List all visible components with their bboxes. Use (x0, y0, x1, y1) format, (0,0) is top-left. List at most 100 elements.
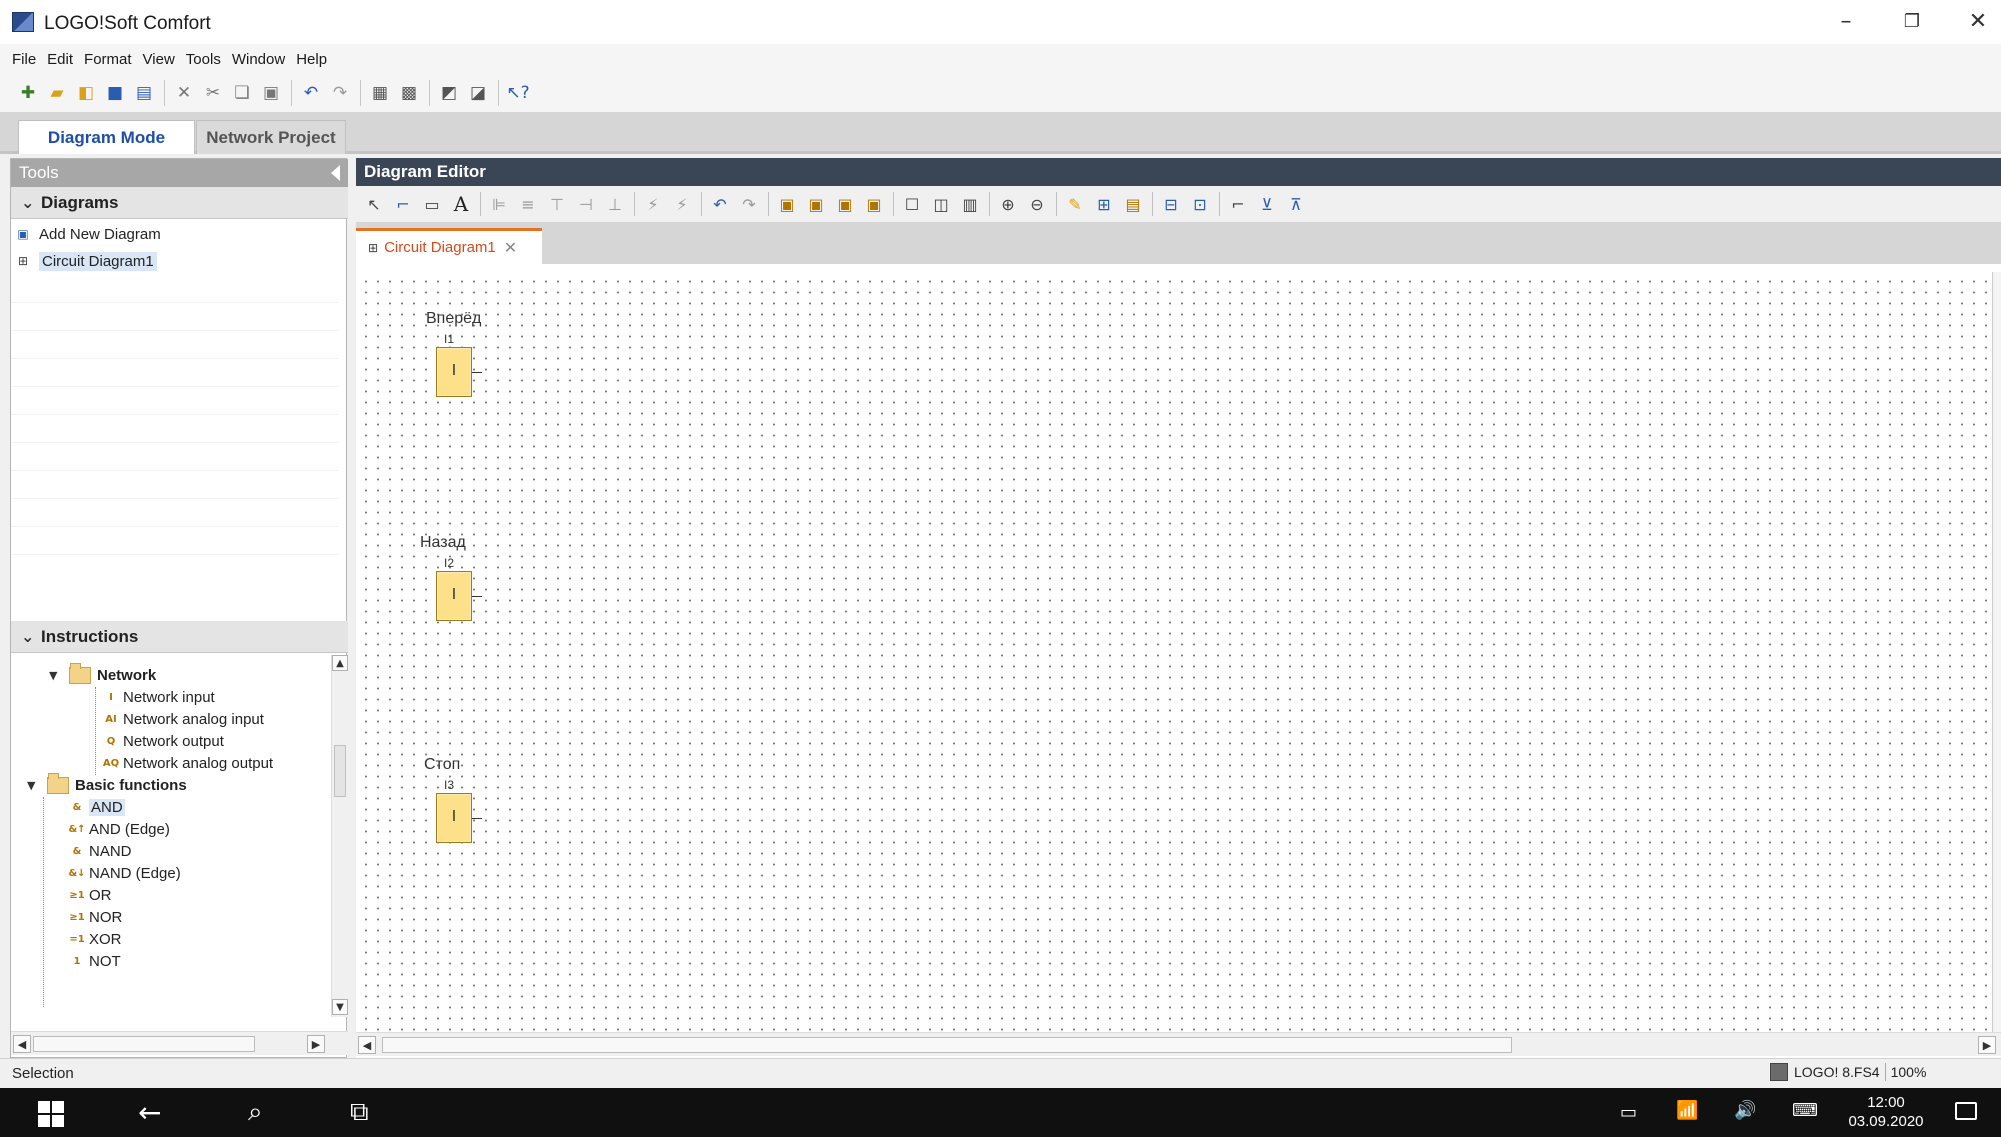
open-folder-icon[interactable]: ◧ (74, 81, 98, 105)
align-center-icon[interactable]: ≡ (516, 192, 540, 216)
tree-item-network-input[interactable]: I Network input (103, 685, 215, 709)
simulation-icon[interactable]: ◪ (466, 81, 490, 105)
tree-item-network-analog-output[interactable]: AQ Network analog output (103, 751, 273, 775)
cut-connection-icon[interactable]: ⚡ (641, 192, 665, 216)
cut-icon[interactable]: ✂ (201, 81, 225, 105)
tab-network-project[interactable]: Network Project (196, 120, 346, 154)
connect-tool-icon[interactable]: ⌐ (391, 192, 415, 216)
block-properties-icon[interactable]: ▤ (1121, 192, 1145, 216)
tree-item-nand-edge[interactable]: &↓ NAND (Edge) (68, 861, 180, 885)
simulation-icon[interactable]: ⊟ (1159, 192, 1183, 216)
notification-center-icon[interactable] (1955, 1102, 1977, 1120)
tab-diagram-mode[interactable]: Diagram Mode (18, 120, 195, 154)
instructions-horizontal-scrollbar[interactable]: ◀ ▶ (11, 1031, 348, 1055)
scroll-down-icon[interactable]: ▼ (332, 999, 348, 1015)
tree-item-xor[interactable]: =1 XOR (69, 927, 121, 951)
triple-view-icon[interactable]: ▥ (958, 192, 982, 216)
menu-tools[interactable]: Tools (186, 51, 221, 68)
input-block-box[interactable]: I (436, 347, 472, 397)
back-arrow-icon[interactable]: ← (138, 1096, 161, 1129)
instructions-section-header[interactable]: ⌄ Instructions (11, 621, 348, 653)
move-to-front-icon[interactable]: ⌐ (1226, 192, 1250, 216)
scrollbar-thumb[interactable] (33, 1036, 255, 1052)
align-left-icon[interactable]: ⊫ (487, 192, 511, 216)
taskbar-clock[interactable]: 12:00 03.09.2020 (1836, 1093, 1936, 1131)
input-block-box[interactable]: I (436, 571, 472, 621)
join-connection-icon[interactable]: ⚡ (670, 192, 694, 216)
print-icon[interactable]: ▤ (132, 81, 156, 105)
save-icon[interactable]: ■ (103, 81, 127, 105)
bring-forward-icon[interactable]: ⊻ (1255, 192, 1279, 216)
split-view-icon[interactable]: ◫ (929, 192, 953, 216)
tree-item-and-edge[interactable]: &↑ AND (Edge) (68, 817, 169, 841)
undo-icon[interactable]: ↶ (708, 192, 732, 216)
menu-file[interactable]: File (12, 51, 36, 68)
input-block-box[interactable]: I (436, 793, 472, 843)
menu-format[interactable]: Format (84, 51, 132, 68)
scroll-right-icon[interactable]: ▶ (307, 1035, 325, 1053)
scroll-up-icon[interactable]: ▲ (332, 655, 348, 671)
tablet-mode-icon[interactable]: ▭ (1620, 1102, 1637, 1123)
tree-item-nand[interactable]: & NAND (69, 839, 132, 863)
redo-icon[interactable]: ↷ (328, 81, 352, 105)
distribute-vertical-icon[interactable]: ⊥ (603, 192, 627, 216)
output-pin[interactable] (472, 596, 482, 597)
menu-view[interactable]: View (143, 51, 175, 68)
tab-circuit-diagram1[interactable]: ⊞ Circuit Diagram1 ✕ (356, 228, 542, 264)
tree-node-basic-functions[interactable]: ▼ Basic functions (27, 772, 187, 797)
distribute-icon[interactable]: ⊣ (574, 192, 598, 216)
diagram-canvas[interactable]: Вперёд I1 I Назад I2 I Стоп I3 I (356, 272, 1992, 1032)
download-icon[interactable]: ▩ (397, 81, 421, 105)
highlight-icon[interactable]: ✎ (1063, 192, 1087, 216)
tree-item-not[interactable]: 1 NOT (69, 949, 121, 973)
task-view-icon[interactable]: ⧉ (350, 1097, 369, 1128)
gf-functions-icon[interactable]: ▣ (804, 192, 828, 216)
copy-icon[interactable]: ❏ (230, 81, 254, 105)
output-pin[interactable] (472, 372, 482, 373)
redo-icon[interactable]: ↷ (737, 192, 761, 216)
add-new-diagram-item[interactable]: ▣ Add New Diagram (13, 222, 160, 246)
send-backward-icon[interactable]: ⊼ (1284, 192, 1308, 216)
editor-horizontal-scrollbar[interactable]: ◀ ▶ (356, 1032, 2001, 1056)
tree-node-network[interactable]: ▼ Network (49, 662, 156, 687)
maximize-button[interactable]: ❐ (1892, 8, 1932, 36)
menu-window[interactable]: Window (232, 51, 285, 68)
scrollbar-thumb[interactable] (334, 745, 346, 797)
network-icon[interactable]: 📶 (1676, 1100, 1698, 1121)
minimize-button[interactable]: – (1826, 8, 1866, 36)
online-test-icon[interactable]: ⊡ (1188, 192, 1212, 216)
sf-functions-icon[interactable]: ▣ (833, 192, 857, 216)
help-icon[interactable]: ↖? (506, 81, 530, 105)
tree-item-or[interactable]: ≥1 OR (69, 883, 111, 907)
single-view-icon[interactable]: ☐ (900, 192, 924, 216)
collapse-panel-icon[interactable] (331, 165, 340, 181)
zoom-in-icon[interactable]: ⊕ (996, 192, 1020, 216)
keyboard-icon[interactable]: ⌨ (1792, 1100, 1818, 1121)
expand-triangle-icon[interactable]: ▼ (49, 669, 63, 682)
open-icon[interactable]: ▰ (45, 81, 69, 105)
diagrams-section-header[interactable]: ⌄ Diagrams (11, 187, 348, 219)
volume-icon[interactable]: 🔊 (1734, 1100, 1756, 1121)
expand-triangle-icon[interactable]: ▼ (27, 779, 41, 792)
windows-start-icon[interactable] (38, 1101, 64, 1127)
new-icon[interactable]: ✚ (16, 81, 40, 105)
grid-icon[interactable]: ⊞ (1092, 192, 1116, 216)
menu-edit[interactable]: Edit (47, 51, 73, 68)
delete-icon[interactable]: ✕ (172, 81, 196, 105)
selection-tool-icon[interactable]: ↖ (362, 192, 386, 216)
constants-co-icon[interactable]: ▣ (775, 192, 799, 216)
scroll-left-icon[interactable]: ◀ (358, 1036, 376, 1054)
undo-icon[interactable]: ↶ (299, 81, 323, 105)
output-pin[interactable] (472, 818, 482, 819)
scroll-right-icon[interactable]: ▶ (1978, 1036, 1996, 1054)
close-tab-icon[interactable]: ✕ (504, 238, 517, 257)
scroll-left-icon[interactable]: ◀ (13, 1035, 31, 1053)
search-icon[interactable]: ⌕ (248, 1097, 263, 1128)
paste-icon[interactable]: ▣ (259, 81, 283, 105)
align-top-icon[interactable]: ⊤ (545, 192, 569, 216)
upload-icon[interactable]: ▦ (368, 81, 392, 105)
zoom-out-icon[interactable]: ⊖ (1025, 192, 1049, 216)
menu-help[interactable]: Help (296, 51, 327, 68)
tree-item-nor[interactable]: ≥1 NOR (69, 905, 122, 929)
instructions-vertical-scrollbar[interactable]: ▲ ▼ (331, 655, 348, 1017)
